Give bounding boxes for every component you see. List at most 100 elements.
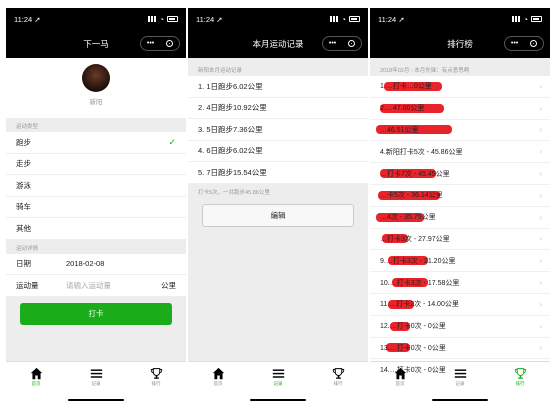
wifi-icon: ◔ — [523, 14, 528, 24]
ranking-row-text: 1.…打卡…0公里 — [380, 83, 432, 91]
sport-type-label: 运动类型 — [16, 124, 39, 130]
sport-option-bike[interactable]: 骑车 — [6, 196, 186, 218]
ranking-row-text: 11.…打卡2次 - 14.00公里 — [380, 301, 459, 309]
ranking-row-text: …打卡3次 - 27.97公里 — [380, 235, 450, 243]
chevron-right-icon: › — [539, 103, 542, 113]
ranking-row[interactable]: 11.…打卡2次 - 14.00公里 › — [370, 293, 550, 316]
chevron-right-icon: › — [539, 169, 542, 179]
tab-home[interactable]: 首页 — [6, 362, 66, 404]
nav-bar: 下一马 ••• — [6, 30, 186, 58]
chevron-right-icon: › — [539, 190, 542, 200]
ranking-row-text: …46.51公里 — [380, 126, 419, 134]
close-icon[interactable] — [166, 40, 174, 47]
sport-option-walk[interactable]: 走步 — [6, 153, 186, 175]
ranking-row-text: …卡5次 - 36.14公里 — [380, 192, 443, 200]
ranking-row[interactable]: …卡5次 - 36.14公里 › — [370, 184, 550, 207]
battery-icon — [167, 16, 178, 22]
chevron-right-icon: › — [539, 299, 542, 309]
page-title: 本月运动记录 — [252, 39, 304, 49]
tab-ranking[interactable]: 排行 — [490, 362, 550, 404]
more-icon[interactable]: ••• — [329, 40, 336, 47]
avatar — [82, 64, 110, 92]
ranking-row-text: 14.…打卡0次 - 0公里 — [380, 366, 446, 374]
ranking-row[interactable]: …46.51公里 › — [370, 119, 550, 142]
more-icon[interactable]: ••• — [147, 40, 154, 47]
ranking-row-text: 13.…打卡0次 - 0公里 — [380, 344, 446, 352]
ranking-row-text: 2.…47.00公里 — [380, 105, 425, 113]
phone-screen-ranking: 11:24 ➚ ◔ 排行榜 ••• 2018年02月 - 本月先锋：有点意思啊 … — [370, 8, 550, 404]
more-icon[interactable]: ••• — [511, 40, 518, 47]
records-summary: 打卡5次，一共跑步45.86公里 — [198, 189, 270, 196]
ranking-row[interactable]: 12.…打卡0次 - 0公里 › — [370, 315, 550, 338]
ranking-row-text: …打卡7次 - 45.45公里 — [380, 170, 450, 178]
chevron-right-icon: › — [539, 81, 542, 91]
chevron-right-icon: › — [539, 278, 542, 288]
tab-bar: 首页 记录 排行 — [6, 361, 186, 404]
ranking-row[interactable]: …4次 - 35.75公里 › — [370, 206, 550, 229]
chevron-right-icon: › — [539, 147, 542, 157]
trophy-icon — [514, 368, 526, 379]
record-item: 2. 4日跑步10.92公里 — [188, 97, 368, 119]
tab-ranking[interactable]: 排行 — [126, 362, 186, 404]
status-time: 11:24 ➚ — [378, 14, 405, 24]
ranking-row[interactable]: 1.…打卡…0公里 › — [370, 76, 550, 98]
list-icon — [454, 369, 466, 378]
sport-detail-label: 运动详情 — [16, 245, 39, 252]
tab-records[interactable]: 记录 — [66, 362, 126, 404]
ranking-row[interactable]: 10.…打卡3次 - 17.58公里 › — [370, 272, 550, 294]
close-icon[interactable] — [530, 40, 538, 47]
ranking-row-text: 9.…打卡3次 - 21.20公里 — [380, 257, 456, 265]
status-bar: 11:24 ➚ ◔ — [6, 8, 186, 30]
sport-option-swim[interactable]: 游泳 — [6, 175, 186, 197]
page-title: 排行榜 — [447, 39, 473, 49]
ranking-row-text: …4次 - 35.75公里 — [380, 214, 436, 222]
miniprogram-capsule[interactable]: ••• — [504, 36, 544, 51]
tab-ranking[interactable]: 排行 — [308, 362, 368, 404]
nav-bar: 本月运动记录 ••• — [188, 30, 368, 58]
status-bar: 11:24 ➚ ◔ — [370, 8, 550, 30]
checkin-button[interactable]: 打卡 — [20, 302, 172, 325]
ranking-list: 1.…打卡…0公里 › 2.…47.00公里 › …46.51公里 › 4.新阳打卡5次 -… — [370, 76, 550, 382]
profile-block: 新阳 — [6, 58, 186, 118]
edit-button[interactable]: 编辑 — [202, 203, 354, 227]
miniprogram-capsule[interactable]: ••• — [322, 36, 362, 51]
ranking-row[interactable]: 4.新阳打卡5次 - 45.86公里 › — [370, 141, 550, 164]
ranking-row[interactable]: 2.…47.00公里 › — [370, 97, 550, 120]
trophy-icon — [150, 368, 162, 379]
date-label: 日期 — [16, 259, 31, 269]
date-picker[interactable]: 日期 2018-02-08 — [6, 253, 186, 275]
record-item: 4. 6日跑步6.02公里 — [188, 140, 368, 162]
home-indicator — [432, 398, 488, 401]
sport-option-other[interactable]: 其他 — [6, 218, 186, 240]
amount-input[interactable]: 请输入运动量 — [66, 280, 161, 291]
tab-home[interactable]: 首页 — [188, 362, 248, 404]
record-item: 1. 1日跑步6.02公里 — [188, 76, 368, 98]
wifi-icon: ◔ — [341, 14, 346, 24]
ranking-row-text: 12.…打卡0次 - 0公里 — [380, 323, 446, 331]
status-time: 11:24 ➚ — [196, 14, 223, 24]
ranking-row[interactable]: 9.…打卡3次 - 21.20公里 › — [370, 250, 550, 273]
amount-row: 运动量 请输入运动量 公里 — [6, 275, 186, 297]
ranking-section-label: 2018年02月 - 本月先锋：有点意思啊 — [380, 68, 470, 74]
checkmark-icon: ✓ — [168, 136, 176, 147]
page-title: 下一马 — [83, 39, 109, 49]
tab-bar: 首页 记录 排行 — [188, 361, 368, 404]
wifi-icon: ◔ — [159, 14, 164, 24]
phone-screen-records: 11:24 ➚ ◔ 本月运动记录 ••• 新阳本月运动记录 1. 1日跑步6.0… — [188, 8, 368, 404]
close-icon[interactable] — [348, 40, 356, 47]
ranking-row[interactable]: …打卡3次 - 27.97公里 › — [370, 228, 550, 251]
ranking-row[interactable]: 13.…打卡0次 - 0公里 › — [370, 337, 550, 360]
tab-records[interactable]: 记录 — [248, 362, 308, 404]
amount-label: 运动量 — [16, 280, 39, 290]
user-name: 新阳 — [89, 99, 103, 106]
miniprogram-capsule[interactable]: ••• — [140, 36, 180, 51]
amount-unit: 公里 — [161, 280, 176, 290]
status-time: 11:24 ➚ — [14, 14, 41, 24]
sport-option-run[interactable]: 跑步 ✓ — [6, 132, 186, 154]
chevron-right-icon: › — [539, 234, 542, 244]
battery-icon — [349, 16, 360, 22]
status-bar: 11:24 ➚ ◔ — [188, 8, 368, 30]
chevron-right-icon: › — [539, 125, 542, 135]
record-item: 5. 7日跑步15.54公里 — [188, 162, 368, 184]
ranking-row[interactable]: …打卡7次 - 45.45公里 › — [370, 163, 550, 185]
